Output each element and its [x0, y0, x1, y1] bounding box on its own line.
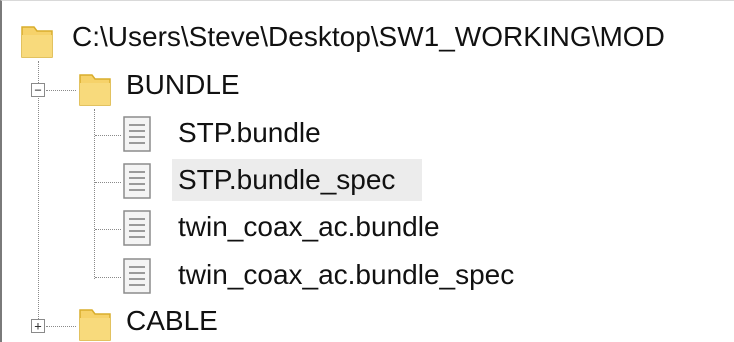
- file-label: twin_coax_ac.bundle: [178, 211, 440, 242]
- collapse-toggle[interactable]: −: [31, 83, 45, 97]
- folder-label: BUNDLE: [126, 69, 240, 100]
- folder-icon: [21, 26, 53, 58]
- tree-guide-line: [46, 326, 76, 327]
- tree-guide-line: [95, 182, 121, 183]
- tree-guide-line: [95, 135, 121, 136]
- file-label: STP.bundle_spec: [178, 164, 396, 195]
- file-label: twin_coax_ac.bundle_spec: [178, 259, 515, 290]
- tree-root-label: C:\Users\Steve\Desktop\SW1_WORKING\MOD: [72, 21, 665, 52]
- file-tree: C:\Users\Steve\Desktop\SW1_WORKING\MOD −…: [0, 0, 734, 342]
- file-icon: [123, 116, 151, 152]
- file-icon: [123, 163, 151, 199]
- folder-label: CABLE: [126, 305, 218, 336]
- folder-icon: [79, 309, 111, 341]
- file-label: STP.bundle: [178, 117, 321, 148]
- file-icon: [123, 210, 151, 246]
- tree-guide-line: [46, 90, 76, 91]
- file-icon: [123, 258, 151, 294]
- tree-guide-line: [38, 61, 39, 323]
- folder-open-icon: [79, 74, 111, 106]
- tree-guide-line: [95, 277, 121, 278]
- tree-guide-line: [95, 229, 121, 230]
- expand-toggle[interactable]: +: [31, 319, 45, 333]
